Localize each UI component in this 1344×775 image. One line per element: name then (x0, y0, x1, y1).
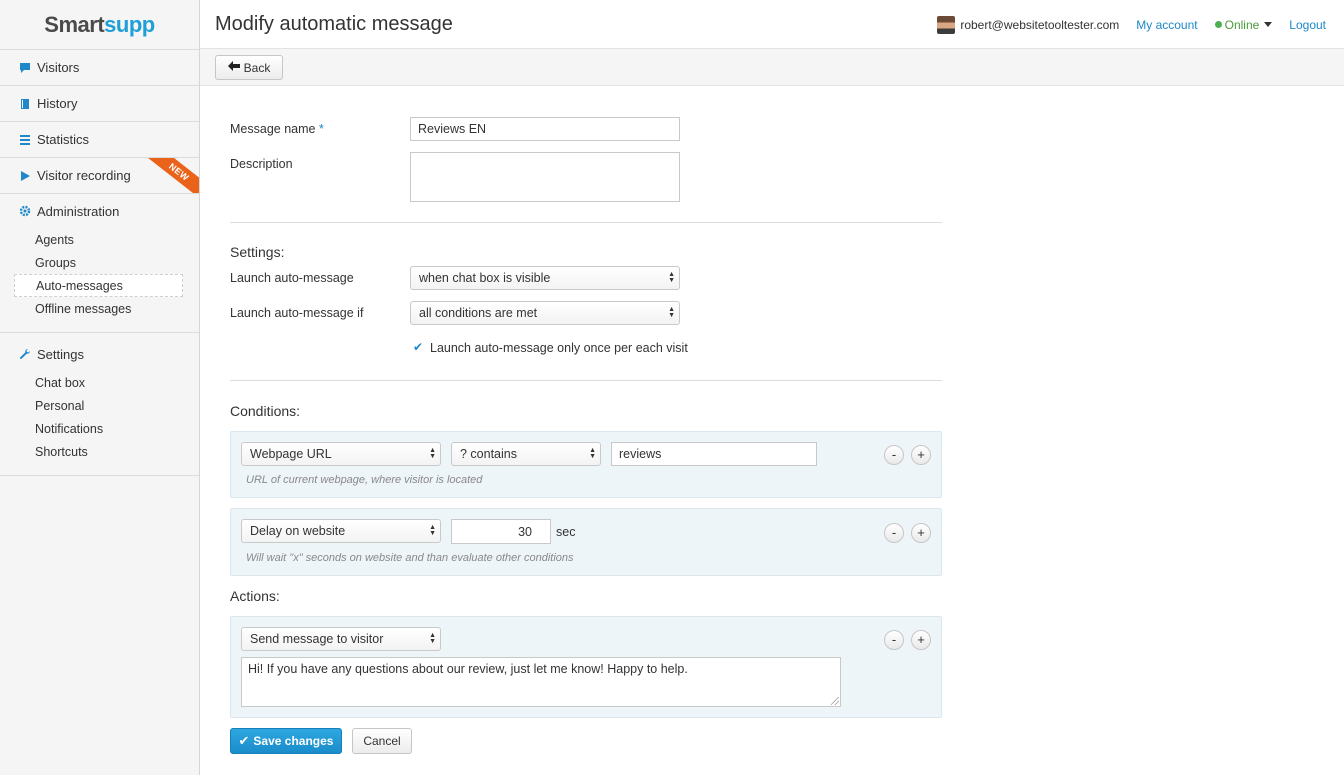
select-arrows-icon: ▲ ▼ (668, 306, 675, 319)
sidebar-item-settings[interactable]: Settings (0, 337, 199, 371)
user-email: robert@websitetooltester.com (960, 17, 1120, 32)
delay-seconds-input[interactable]: 30 (451, 519, 551, 544)
condition-row: Webpage URL ▲ ▼ ? contains ▲ ▼ reviews URL… (230, 431, 942, 498)
wrench-icon (19, 348, 31, 360)
back-button[interactable]: Back (215, 55, 283, 80)
new-badge: NEW (140, 158, 199, 193)
divider (230, 380, 942, 381)
once-label: Launch auto-message only once per each v… (430, 341, 688, 355)
conditions-title: Conditions: (230, 403, 301, 419)
required-mark: * (318, 122, 324, 136)
sidebar-subitem-notifications[interactable]: Notifications (14, 417, 183, 440)
sidebar-subitem-auto-messages[interactable]: Auto-messages (14, 274, 183, 297)
status-label: Online (1224, 17, 1260, 32)
sidebar-item-label: Visitor recording (37, 168, 131, 183)
condition-type-select[interactable]: Webpage URL ▲ ▼ (241, 442, 441, 466)
action-type-select[interactable]: Send message to visitor ▲ ▼ (241, 627, 441, 651)
sidebar-subitem-personal[interactable]: Personal (14, 394, 183, 417)
play-icon (19, 170, 31, 182)
avatar (937, 15, 956, 34)
condition-value-input[interactable]: reviews (611, 442, 817, 466)
sidebar-subitem-groups[interactable]: Groups (14, 251, 183, 274)
message-name-label: Message name * (230, 122, 324, 136)
logo[interactable]: Smart supp (0, 0, 199, 49)
condition-operator-select[interactable]: ? contains ▲ ▼ (451, 442, 601, 466)
logout-link[interactable]: Logout (1289, 18, 1326, 32)
sidebar-item-visitors[interactable]: Visitors (0, 49, 199, 85)
message-name-input[interactable]: Reviews EN (410, 117, 680, 141)
action-message-textarea[interactable]: Hi! If you have any questions about our … (241, 657, 841, 707)
sidebar-item-history[interactable]: History (0, 85, 199, 121)
sidebar-subitem-chat-box[interactable]: Chat box (14, 371, 183, 394)
sidebar-item-label: Visitors (37, 60, 80, 75)
sidebar-divider (0, 475, 199, 476)
sidebar-section-administration: Administration Agents Groups Auto-messag… (0, 193, 199, 332)
sidebar-item-administration[interactable]: Administration (0, 194, 199, 228)
list-icon (19, 134, 31, 146)
condition-row: Delay on website ▲ ▼ 30 sec Will wait "x"… (230, 508, 942, 576)
add-condition-button[interactable]: + (911, 445, 931, 465)
settings-title: Settings: (230, 244, 285, 260)
actions-title: Actions: (230, 588, 280, 604)
sidebar: Smart supp Visitors History Statistics Vi… (0, 0, 200, 775)
launch-select[interactable]: when chat box is visible ▲ ▼ (410, 266, 680, 290)
sidebar-item-statistics[interactable]: Statistics (0, 121, 199, 157)
sidebar-item-label: History (37, 96, 78, 111)
action-row: Send message to visitor ▲ ▼ Hi! If you ha… (230, 616, 942, 718)
divider (230, 222, 942, 223)
online-dot-icon (1214, 21, 1222, 28)
cancel-button[interactable]: Cancel (352, 728, 412, 754)
remove-condition-button[interactable]: - (884, 445, 904, 465)
select-arrows-icon: ▲ ▼ (429, 524, 436, 537)
launch-label: Launch auto-message (230, 271, 354, 285)
sidebar-item-label: Administration (37, 203, 120, 219)
resize-grip-icon[interactable] (831, 697, 839, 705)
select-arrows-icon: ▲ ▼ (589, 447, 596, 460)
delay-unit-label: sec (556, 525, 576, 539)
once-checkbox[interactable]: ✔ (413, 341, 425, 353)
arrow-left-icon (227, 61, 240, 74)
page-title: Modify automatic message (215, 13, 453, 35)
sidebar-subitem-shortcuts[interactable]: Shortcuts (14, 440, 183, 463)
description-label: Description (230, 157, 293, 171)
caret-down-icon (1264, 22, 1273, 27)
user-area: robert@websitetooltester.com My account … (937, 0, 1326, 49)
launch-if-select-value: all conditions are met (419, 306, 538, 320)
select-arrows-icon: ▲ ▼ (429, 447, 436, 460)
launch-if-select[interactable]: all conditions are met ▲ ▼ (410, 301, 680, 325)
my-account-link[interactable]: My account (1136, 18, 1197, 32)
sidebar-item-label: Settings (37, 346, 84, 362)
gear-icon (19, 205, 31, 217)
sidebar-section-settings: Settings Chat box Personal Notifications… (0, 332, 199, 475)
header: Modify automatic message robert@websitet… (200, 0, 1344, 49)
add-action-button[interactable]: + (911, 630, 931, 650)
add-condition-button[interactable]: + (911, 523, 931, 543)
select-arrows-icon: ▲ ▼ (429, 632, 436, 645)
sidebar-item-label: Statistics (37, 132, 90, 147)
condition-type-select[interactable]: Delay on website ▲ ▼ (241, 519, 441, 543)
select-arrows-icon: ▲ ▼ (668, 271, 675, 284)
book-icon (19, 98, 31, 110)
sidebar-item-visitor-recording[interactable]: Visitor recording NEW (0, 157, 199, 193)
remove-condition-button[interactable]: - (884, 523, 904, 543)
condition-hint: Will wait "x" seconds on website and tha… (246, 552, 574, 564)
checkmark-icon: ✔ (238, 733, 250, 748)
chat-bubble-icon (19, 62, 31, 74)
launch-if-label: Launch auto-message if (230, 306, 364, 320)
save-button[interactable]: ✔ Save changes (230, 728, 342, 754)
condition-hint: URL of current webpage, where visitor is… (246, 474, 483, 486)
launch-select-value: when chat box is visible (419, 271, 551, 285)
sidebar-subitem-offline-messages[interactable]: Offline messages (14, 297, 183, 320)
toolbar: Back (200, 49, 1344, 86)
remove-action-button[interactable]: - (884, 630, 904, 650)
description-textarea[interactable] (410, 152, 680, 202)
status-dropdown[interactable]: Online (1214, 17, 1273, 32)
back-label: Back (243, 60, 271, 75)
sidebar-subitem-agents[interactable]: Agents (14, 228, 183, 251)
